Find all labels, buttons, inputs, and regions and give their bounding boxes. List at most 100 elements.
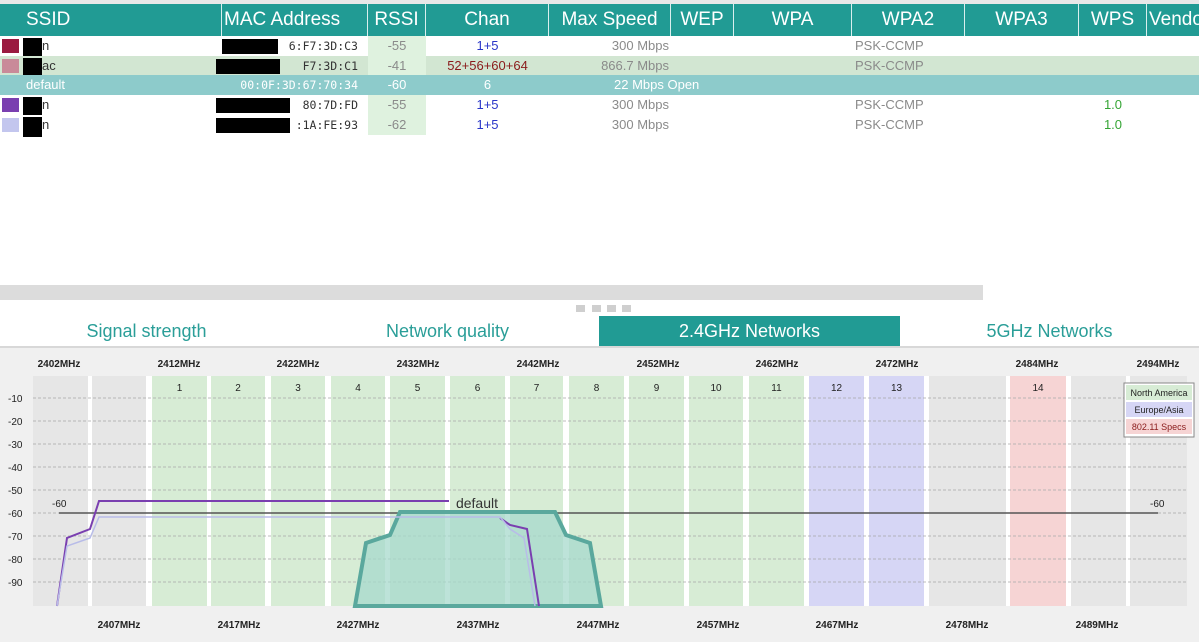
redacted-ssid bbox=[23, 38, 42, 58]
splitter-grip[interactable] bbox=[622, 305, 631, 312]
legend-label: Europe/Asia bbox=[1134, 405, 1183, 415]
col-header-rssi[interactable]: RSSI bbox=[368, 4, 426, 36]
col-header-max-speed[interactable]: Max Speed bbox=[549, 4, 671, 36]
table-row[interactable]: default 00:0F:3D:67:70:34 -60 6 22 Mbps Open bbox=[0, 75, 1199, 95]
redacted-mac bbox=[216, 59, 280, 74]
redacted-ssid bbox=[23, 117, 42, 137]
channel-band bbox=[1010, 376, 1066, 606]
rssi-cell: -60 bbox=[387, 77, 407, 92]
col-header-wpa3[interactable]: WPA3 bbox=[965, 4, 1079, 36]
channel-band bbox=[211, 376, 265, 606]
bottom-freq-label: 2447MHz bbox=[577, 620, 620, 631]
legend-label: North America bbox=[1130, 388, 1187, 398]
redacted-mac bbox=[216, 98, 290, 113]
channel-number: 5 bbox=[415, 383, 421, 394]
rssi-cell: -55 bbox=[368, 95, 426, 115]
y-tick-label: -20 bbox=[8, 417, 23, 428]
top-freq-label: 2472MHz bbox=[876, 359, 919, 370]
top-freq-label: 2442MHz bbox=[517, 359, 560, 370]
wpa2-cell: PSK-CCMP bbox=[855, 38, 924, 53]
tab-signal-strength[interactable]: Signal strength bbox=[0, 316, 293, 346]
channel-spectrum-chart: 1 2 3 4 5 6 7 8 9 10 11 12 13 14-10-20-30-40-50-60-70… bbox=[0, 348, 1199, 642]
rssi-cell: -62 bbox=[368, 115, 426, 135]
max-speed-cell: 300 Mbps bbox=[611, 97, 669, 112]
channel-band bbox=[689, 376, 743, 606]
col-header-wpa[interactable]: WPA bbox=[734, 4, 852, 36]
redacted-mac bbox=[216, 118, 290, 133]
network-color-swatch bbox=[2, 98, 19, 112]
legend-label: 802.11 Specs bbox=[1132, 422, 1187, 432]
table-row[interactable]: ac F7:3D:C1 -41 52+56+60+64 866.7 Mbps PSK-CC… bbox=[0, 56, 1199, 78]
wps-cell bbox=[1079, 36, 1147, 56]
channel-number: 8 bbox=[594, 383, 600, 394]
channel-cell: 6 bbox=[483, 77, 492, 92]
network-color-swatch bbox=[2, 59, 19, 73]
redacted-ssid bbox=[23, 97, 42, 117]
channel-cell: 52+56+60+64 bbox=[447, 58, 528, 73]
channel-band bbox=[629, 376, 684, 606]
band-gap bbox=[624, 376, 629, 606]
ssid-cell: n bbox=[42, 97, 50, 112]
mac-cell: F7:3D:C1 bbox=[302, 59, 358, 73]
tab-5ghz-networks[interactable]: 5GHz Networks bbox=[900, 316, 1199, 346]
bottom-freq-label: 2478MHz bbox=[946, 620, 989, 631]
rssi-cell: -41 bbox=[368, 56, 426, 76]
ssid-cell: n bbox=[42, 38, 50, 53]
bottom-freq-label: 2437MHz bbox=[457, 620, 500, 631]
col-header-wpa2[interactable]: WPA2 bbox=[852, 4, 965, 36]
channel-cell: 1+5 bbox=[476, 38, 499, 53]
channel-number: 7 bbox=[534, 383, 540, 394]
y-tick-label: -40 bbox=[8, 463, 23, 474]
ssid-cell: n bbox=[42, 117, 50, 132]
col-header-ssid[interactable]: SSID bbox=[0, 4, 222, 36]
table-row[interactable]: n:1A:FE:93 -62 1+5 300 Mbps PSK-CCMP 1.0 bbox=[0, 115, 1199, 137]
band-gap bbox=[207, 376, 211, 606]
col-header-vendor[interactable]: Vendor bbox=[1147, 4, 1199, 36]
channel-number: 13 bbox=[891, 383, 903, 394]
col-header-wep[interactable]: WEP bbox=[671, 4, 734, 36]
empty-band bbox=[1071, 376, 1126, 606]
splitter-grip[interactable] bbox=[576, 305, 585, 312]
mac-cell: 00:0F:3D:67:70:34 bbox=[240, 78, 358, 92]
y-tick-label: -90 bbox=[8, 578, 23, 589]
channel-cell: 1+5 bbox=[476, 97, 499, 112]
bottom-freq-label: 2417MHz bbox=[218, 620, 261, 631]
channel-number: 12 bbox=[831, 383, 843, 394]
top-freq-label: 2484MHz bbox=[1016, 359, 1059, 370]
threshold-label-left: -60 bbox=[52, 499, 67, 510]
channel-band bbox=[749, 376, 804, 606]
col-header-wps[interactable]: WPS bbox=[1079, 4, 1147, 36]
splitter-grip[interactable] bbox=[592, 305, 601, 312]
network-default-label: default bbox=[456, 495, 498, 511]
mac-cell: :1A:FE:93 bbox=[295, 118, 358, 132]
tab-24ghz-networks[interactable]: 2.4GHz Networks bbox=[599, 316, 900, 346]
bottom-freq-label: 2427MHz bbox=[337, 620, 380, 631]
y-tick-label: -30 bbox=[8, 440, 23, 451]
channel-band bbox=[809, 376, 864, 606]
band-gap bbox=[864, 376, 869, 606]
top-freq-label: 2462MHz bbox=[756, 359, 799, 370]
max-speed-cell: 22 Mbps Open bbox=[614, 77, 700, 92]
tab-network-quality[interactable]: Network quality bbox=[300, 316, 595, 346]
network-color-swatch bbox=[2, 118, 19, 132]
wps-cell: 1.0 bbox=[1103, 117, 1123, 132]
network-color-swatch bbox=[2, 39, 19, 53]
horizontal-scrollbar[interactable] bbox=[0, 285, 983, 300]
wps-cell bbox=[1079, 56, 1147, 76]
col-header-mac[interactable]: MAC Address bbox=[222, 4, 368, 36]
table-row[interactable]: n 80:7D:FD -55 1+5 300 Mbps PSK-CCMP 1.0 bbox=[0, 95, 1199, 117]
max-speed-cell: 866.7 Mbps bbox=[601, 58, 669, 73]
col-header-chan[interactable]: Chan bbox=[426, 4, 549, 36]
network-table-header: SSID MAC Address RSSI Chan Max Speed WEP… bbox=[0, 0, 1199, 36]
mac-cell: 6:F7:3D:C3 bbox=[288, 39, 358, 53]
top-freq-label: 2494MHz bbox=[1137, 359, 1180, 370]
top-freq-label: 2412MHz bbox=[158, 359, 201, 370]
channel-number: 14 bbox=[1032, 383, 1044, 394]
bottom-freq-label: 2467MHz bbox=[816, 620, 859, 631]
splitter-grip[interactable] bbox=[607, 305, 616, 312]
channel-number: 11 bbox=[771, 383, 782, 394]
channel-cell: 1+5 bbox=[476, 117, 499, 132]
wpa2-cell: PSK-CCMP bbox=[855, 58, 924, 73]
max-speed-cell: 300 Mbps bbox=[611, 38, 669, 53]
table-row[interactable]: n 6:F7:3D:C3 -55 1+5 300 Mbps PSK-CCMP bbox=[0, 36, 1199, 58]
